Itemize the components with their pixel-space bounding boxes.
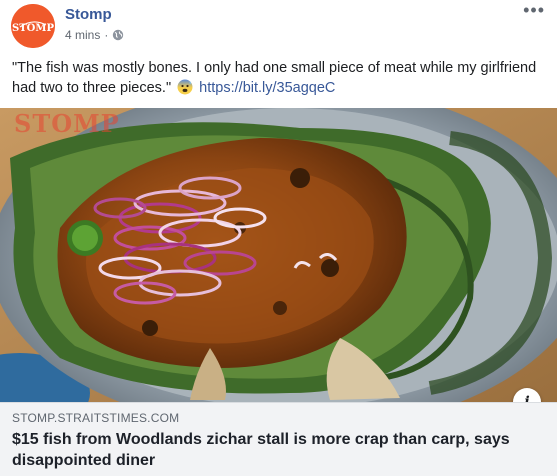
link-headline[interactable]: $15 fish from Woodlands zichar stall is … [12, 429, 547, 471]
post-message: "The fish was mostly bones. I only had o… [12, 58, 547, 98]
svg-text:STOMP: STOMP [12, 23, 54, 34]
avatar[interactable]: STOMP [11, 4, 55, 48]
post-meta: 4 mins · [65, 28, 124, 42]
post-header: STOMP Stomp 4 mins · ••• [0, 0, 557, 52]
link-preview[interactable]: STOMP.STRAITSTIMES.COM $15 fish from Woo… [0, 402, 557, 476]
globe-icon[interactable] [112, 29, 124, 41]
meta-separator: · [104, 28, 109, 42]
post-link[interactable]: https://bit.ly/35agqeC [199, 80, 335, 96]
stomp-logo: STOMP [11, 4, 55, 48]
facebook-post: STOMP Stomp 4 mins · ••• "The fish was m… [0, 0, 557, 476]
more-options-icon[interactable]: ••• [523, 1, 545, 19]
post-image[interactable]: STOMP [0, 108, 557, 402]
link-domain: STOMP.STRAITSTIMES.COM [12, 411, 180, 425]
stomp-watermark: STOMP [14, 109, 120, 138]
timestamp[interactable]: 4 mins [65, 28, 100, 42]
anxious-face-with-sweat-icon [177, 79, 193, 95]
page-name-link[interactable]: Stomp [65, 6, 112, 23]
fish-photo [0, 108, 557, 402]
